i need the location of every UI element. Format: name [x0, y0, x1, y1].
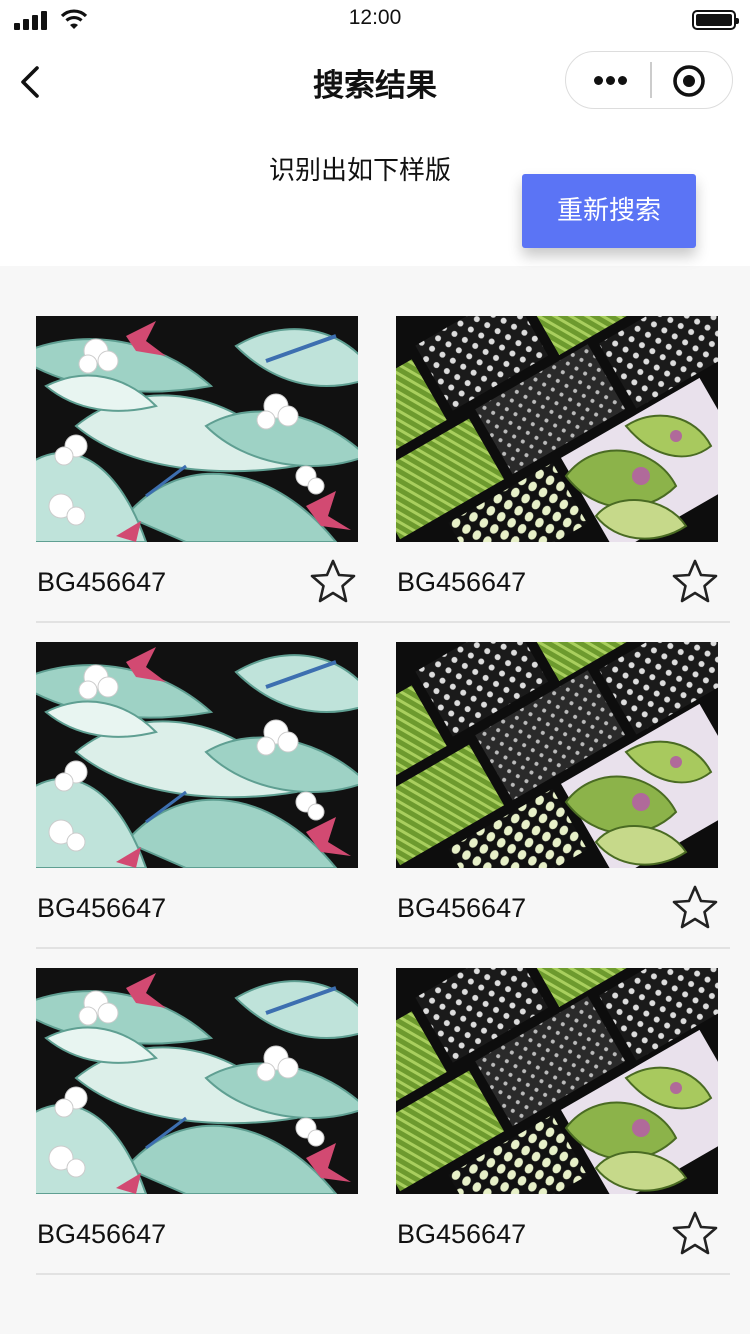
row-divider	[36, 621, 730, 623]
result-code: BG456647	[397, 567, 527, 597]
more-icon[interactable]	[594, 76, 628, 86]
result-code: BG456647	[397, 893, 527, 923]
result-code: BG456647	[397, 1219, 527, 1249]
result-code: BG456647	[37, 567, 167, 597]
favorite-star-icon[interactable]	[309, 558, 357, 604]
mini-program-capsule	[565, 51, 733, 109]
research-button[interactable]: 重新搜索	[522, 174, 696, 248]
row-divider	[36, 947, 730, 949]
result-thumbnail[interactable]	[396, 642, 718, 868]
capsule-divider	[650, 62, 652, 98]
result-thumbnail[interactable]	[36, 642, 358, 868]
result-code: BG456647	[37, 893, 167, 923]
battery-icon	[692, 10, 739, 30]
result-thumbnail[interactable]	[36, 316, 358, 542]
result-code: BG456647	[37, 1219, 167, 1249]
close-target-icon[interactable]	[672, 64, 706, 98]
status-time: 12:00	[348, 6, 402, 29]
favorite-star-icon[interactable]	[671, 558, 719, 604]
row-divider	[36, 1273, 730, 1275]
result-thumbnail[interactable]	[36, 968, 358, 1194]
result-thumbnail[interactable]	[396, 316, 718, 542]
favorite-star-icon[interactable]	[671, 884, 719, 930]
result-thumbnail[interactable]	[396, 968, 718, 1194]
status-bar: 12:00	[0, 0, 750, 40]
favorite-star-icon[interactable]	[671, 1210, 719, 1256]
